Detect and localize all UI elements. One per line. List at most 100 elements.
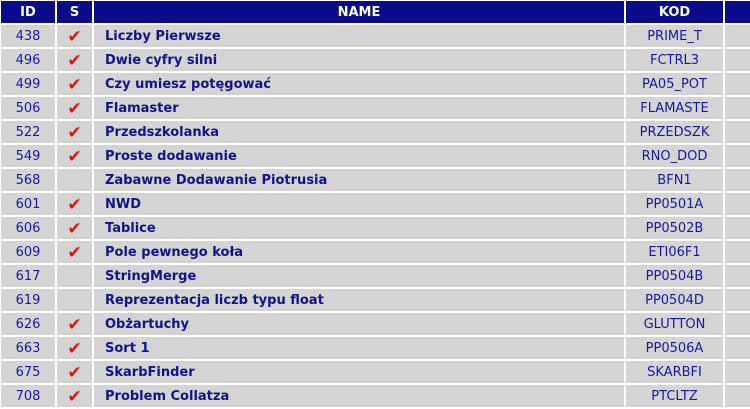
solved-cell: ✔ <box>57 145 92 167</box>
row-extra-cell <box>725 289 750 311</box>
problem-code: SKARBFI <box>626 361 723 383</box>
header-kod[interactable]: KOD <box>626 1 723 23</box>
row-extra-cell <box>725 313 750 335</box>
problem-code: RNO_DOD <box>626 145 723 167</box>
problem-name-link[interactable]: SkarbFinder <box>94 361 624 383</box>
problem-name-link[interactable]: Sort 1 <box>94 337 624 359</box>
problem-name-link[interactable]: Problem Collatza <box>94 385 624 407</box>
problem-code: GLUTTON <box>626 313 723 335</box>
problem-name-link[interactable]: Tablice <box>94 217 624 239</box>
header-id[interactable]: ID <box>1 1 55 23</box>
row-extra-cell <box>725 217 750 239</box>
problem-name-link[interactable]: Reprezentacja liczb typu float <box>94 289 624 311</box>
problem-id: 617 <box>1 265 55 287</box>
row-extra-cell <box>725 241 750 263</box>
solved-cell: ✔ <box>57 385 92 407</box>
table-row[interactable]: 496 ✔ Dwie cyfry silni FCTRL3 <box>1 49 750 71</box>
row-extra-cell <box>725 193 750 215</box>
table-row[interactable]: 549 ✔ Proste dodawanie RNO_DOD <box>1 145 750 167</box>
row-extra-cell <box>725 337 750 359</box>
problem-name-link[interactable]: StringMerge <box>94 265 624 287</box>
problem-code: PP0506A <box>626 337 723 359</box>
problem-name-link[interactable]: Dwie cyfry silni <box>94 49 624 71</box>
problem-id: 438 <box>1 25 55 47</box>
check-icon: ✔ <box>67 362 82 383</box>
row-extra-cell <box>725 361 750 383</box>
problem-name-link[interactable]: Czy umiesz potęgować <box>94 73 624 95</box>
problem-name-link[interactable]: Flamaster <box>94 97 624 119</box>
table-row[interactable]: 606 ✔ Tablice PP0502B <box>1 217 750 239</box>
check-icon: ✔ <box>67 26 82 47</box>
solved-cell: ✔ <box>57 337 92 359</box>
solved-cell <box>57 169 92 191</box>
table-row[interactable]: 522 ✔ Przedszkolanka PRZEDSZK <box>1 121 750 143</box>
solved-cell: ✔ <box>57 97 92 119</box>
check-icon: ✔ <box>67 338 82 359</box>
problem-id: 506 <box>1 97 55 119</box>
table-row[interactable]: 568 Zabawne Dodawanie Piotrusia BFN1 <box>1 169 750 191</box>
problem-name-link[interactable]: Obżartuchy <box>94 313 624 335</box>
problem-code: PTCLTZ <box>626 385 723 407</box>
table-row[interactable]: 499 ✔ Czy umiesz potęgować PA05_POT <box>1 73 750 95</box>
problem-id: 708 <box>1 385 55 407</box>
header-name[interactable]: NAME <box>94 1 624 23</box>
problem-code: PRZEDSZK <box>626 121 723 143</box>
solved-cell: ✔ <box>57 25 92 47</box>
solved-cell: ✔ <box>57 49 92 71</box>
problem-id: 609 <box>1 241 55 263</box>
table-row[interactable]: 609 ✔ Pole pewnego koła ETI06F1 <box>1 241 750 263</box>
problem-id: 601 <box>1 193 55 215</box>
problem-code: ETI06F1 <box>626 241 723 263</box>
problem-id: 568 <box>1 169 55 191</box>
problem-code: PA05_POT <box>626 73 723 95</box>
row-extra-cell <box>725 385 750 407</box>
check-icon: ✔ <box>67 314 82 335</box>
row-extra-cell <box>725 169 750 191</box>
solved-cell: ✔ <box>57 217 92 239</box>
table-row[interactable]: 626 ✔ Obżartuchy GLUTTON <box>1 313 750 335</box>
check-icon: ✔ <box>67 74 82 95</box>
problem-code: FLAMASTE <box>626 97 723 119</box>
problem-name-link[interactable]: NWD <box>94 193 624 215</box>
check-icon: ✔ <box>67 242 82 263</box>
problem-id: 675 <box>1 361 55 383</box>
table-header-row: ID S NAME KOD <box>1 1 750 23</box>
check-icon: ✔ <box>67 98 82 119</box>
problem-id: 619 <box>1 289 55 311</box>
solved-cell: ✔ <box>57 241 92 263</box>
table-row[interactable]: 708 ✔ Problem Collatza PTCLTZ <box>1 385 750 407</box>
problem-id: 663 <box>1 337 55 359</box>
solved-cell <box>57 289 92 311</box>
check-icon: ✔ <box>67 386 82 407</box>
solved-cell: ✔ <box>57 121 92 143</box>
problem-id: 606 <box>1 217 55 239</box>
header-solved[interactable]: S <box>57 1 92 23</box>
row-extra-cell <box>725 49 750 71</box>
table-row[interactable]: 601 ✔ NWD PP0501A <box>1 193 750 215</box>
problem-name-link[interactable]: Liczby Pierwsze <box>94 25 624 47</box>
table-row[interactable]: 619 Reprezentacja liczb typu float PP0504D <box>1 289 750 311</box>
problem-name-link[interactable]: Pole pewnego koła <box>94 241 624 263</box>
problem-id: 549 <box>1 145 55 167</box>
header-extra <box>725 1 750 23</box>
table-row[interactable]: 506 ✔ Flamaster FLAMASTE <box>1 97 750 119</box>
problem-name-link[interactable]: Proste dodawanie <box>94 145 624 167</box>
problem-code: FCTRL3 <box>626 49 723 71</box>
problem-name-link[interactable]: Przedszkolanka <box>94 121 624 143</box>
row-extra-cell <box>725 97 750 119</box>
problem-code: PP0504B <box>626 265 723 287</box>
check-icon: ✔ <box>67 50 82 71</box>
table-row[interactable]: 663 ✔ Sort 1 PP0506A <box>1 337 750 359</box>
problem-name-link[interactable]: Zabawne Dodawanie Piotrusia <box>94 169 624 191</box>
table-row[interactable]: 675 ✔ SkarbFinder SKARBFI <box>1 361 750 383</box>
problem-code: BFN1 <box>626 169 723 191</box>
solved-cell: ✔ <box>57 361 92 383</box>
solved-cell <box>57 265 92 287</box>
problem-id: 499 <box>1 73 55 95</box>
solved-cell: ✔ <box>57 313 92 335</box>
row-extra-cell <box>725 25 750 47</box>
table-row[interactable]: 617 StringMerge PP0504B <box>1 265 750 287</box>
table-row[interactable]: 438 ✔ Liczby Pierwsze PRIME_T <box>1 25 750 47</box>
check-icon: ✔ <box>67 218 82 239</box>
problem-id: 496 <box>1 49 55 71</box>
